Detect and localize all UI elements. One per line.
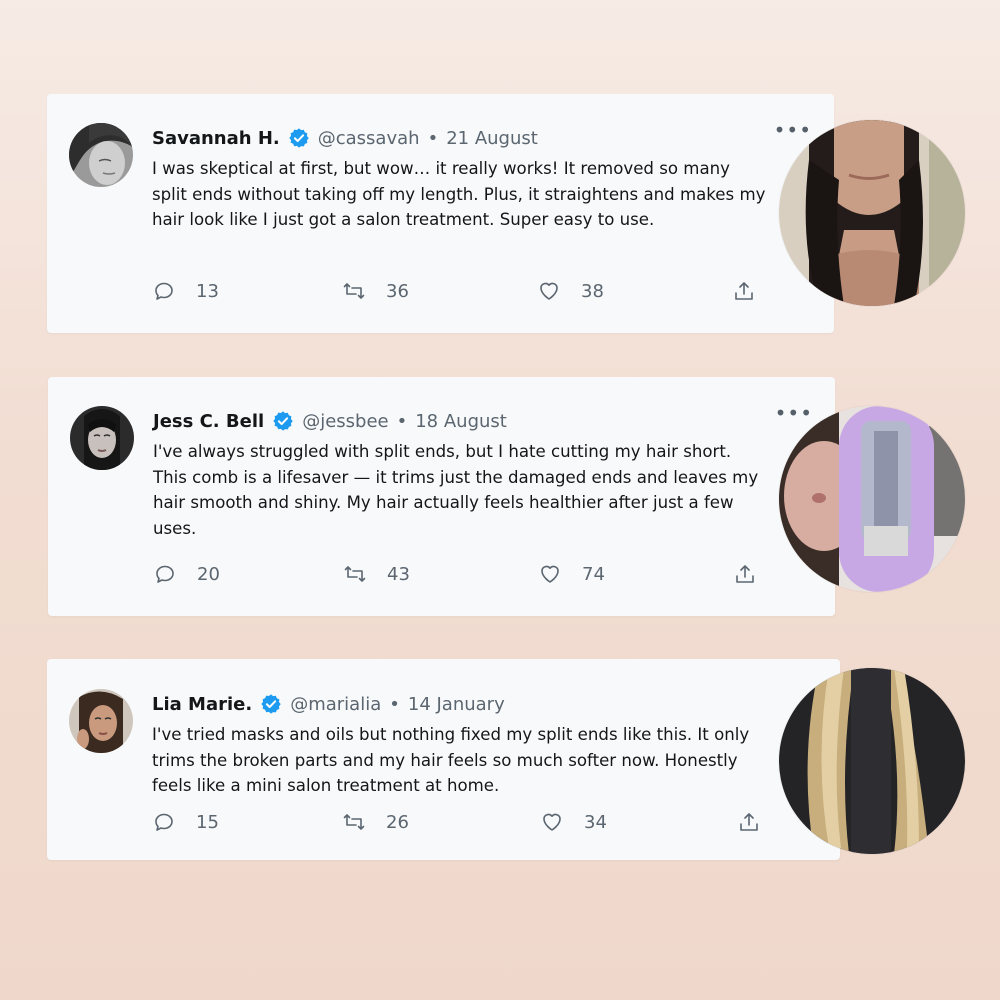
retweet-button[interactable]: 36 — [342, 279, 409, 303]
reply-count: 20 — [197, 563, 220, 585]
avatar-jess[interactable] — [70, 406, 134, 470]
author-name[interactable]: Jess C. Bell — [153, 411, 264, 432]
reply-count: 15 — [196, 811, 219, 833]
like-count: 38 — [581, 280, 604, 302]
retweet-count: 36 — [386, 280, 409, 302]
separator-dot: • — [389, 693, 400, 715]
retweet-button[interactable]: 26 — [342, 810, 409, 834]
more-icon[interactable]: ••• — [775, 403, 813, 423]
tweet-actions: 20 43 74 — [153, 562, 768, 588]
tweet-text: I've always struggled with split ends, b… — [153, 442, 759, 538]
author-handle[interactable]: @cassavah — [318, 128, 420, 149]
author-handle[interactable]: @jessbee — [302, 411, 388, 432]
retweet-count: 43 — [387, 563, 410, 585]
author-handle[interactable]: @marialia — [290, 694, 381, 715]
retweet-icon — [344, 566, 366, 582]
share-icon — [735, 282, 753, 300]
review-photo-3 — [779, 668, 965, 854]
reply-count: 13 — [196, 280, 219, 302]
reply-icon — [155, 813, 173, 831]
tweet-date[interactable]: 21 August — [446, 128, 538, 149]
review-photo-1 — [779, 120, 965, 306]
verified-badge-icon — [288, 127, 310, 149]
author-name[interactable]: Savannah H. — [152, 128, 280, 149]
retweet-icon — [343, 814, 365, 830]
avatar-savannah[interactable] — [69, 123, 133, 187]
tweet-header: Lia Marie. @marialia • 14 January — [152, 693, 505, 715]
reply-button[interactable]: 20 — [153, 562, 220, 586]
verified-badge-icon — [272, 410, 294, 432]
reply-icon — [156, 565, 174, 583]
more-icon[interactable]: ••• — [774, 120, 812, 140]
tweet-card-1[interactable]: Savannah H. @cassavah • 21 August ••• I … — [47, 94, 834, 333]
tweet-actions: 13 36 38 — [152, 279, 767, 305]
share-icon — [740, 813, 758, 831]
separator-dot: • — [396, 410, 408, 432]
retweet-count: 26 — [386, 811, 409, 833]
reply-button[interactable]: 15 — [152, 810, 219, 834]
share-button[interactable] — [733, 562, 757, 586]
tweet-date[interactable]: 14 January — [408, 694, 505, 715]
review-photo-2 — [779, 406, 965, 592]
tweet-header: Savannah H. @cassavah • 21 August — [152, 127, 538, 149]
like-button[interactable]: 74 — [538, 562, 605, 586]
avatar-lia[interactable] — [69, 689, 133, 753]
verified-badge-icon — [260, 693, 282, 715]
like-count: 34 — [584, 811, 607, 833]
tweet-text: I've tried masks and oils but nothing fi… — [152, 725, 750, 795]
tweet-card-3[interactable]: Lia Marie. @marialia • 14 January I've t… — [47, 659, 840, 860]
like-button[interactable]: 34 — [540, 810, 607, 834]
retweet-icon — [343, 283, 365, 299]
reply-button[interactable]: 13 — [152, 279, 219, 303]
like-count: 74 — [582, 563, 605, 585]
like-button[interactable]: 38 — [537, 279, 604, 303]
like-icon — [540, 282, 558, 300]
like-icon — [541, 565, 559, 583]
separator-dot: • — [427, 127, 439, 149]
tweet-header: Jess C. Bell @jessbee • 18 August — [153, 410, 507, 432]
author-name[interactable]: Lia Marie. — [152, 694, 252, 715]
tweet-text: I was skeptical at first, but wow… it re… — [152, 159, 766, 229]
share-icon — [736, 565, 754, 583]
tweet-actions: 15 26 34 — [152, 810, 767, 836]
share-button[interactable] — [737, 810, 761, 834]
tweet-card-2[interactable]: Jess C. Bell @jessbee • 18 August ••• I'… — [48, 377, 835, 616]
share-button[interactable] — [732, 279, 756, 303]
reply-icon — [155, 282, 173, 300]
retweet-button[interactable]: 43 — [343, 562, 410, 586]
like-icon — [543, 813, 561, 831]
tweet-date[interactable]: 18 August — [415, 411, 507, 432]
